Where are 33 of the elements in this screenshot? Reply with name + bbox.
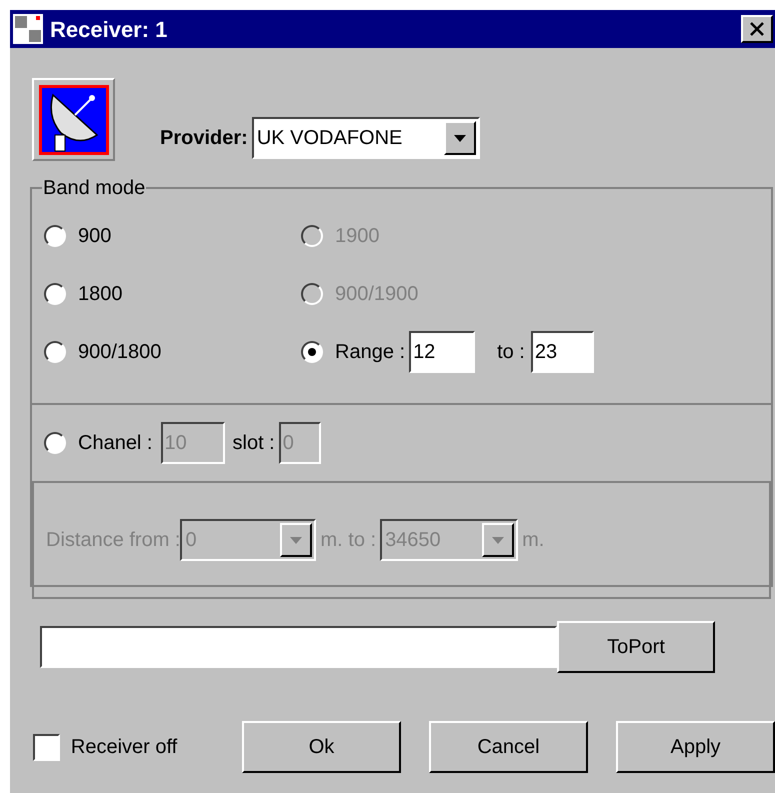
provider-label: Provider: — [160, 126, 248, 151]
unit-label: m. to : — [320, 528, 376, 553]
option-label: 900 — [78, 224, 112, 249]
radio-button[interactable] — [44, 225, 66, 247]
dialog-button[interactable]: Apply — [616, 721, 775, 773]
checkbox-label: Receiver off — [70, 735, 178, 760]
group-legend: Band mode — [42, 173, 146, 203]
channel-label: Chanel : — [78, 431, 152, 456]
radio-button[interactable] — [44, 283, 66, 305]
radio-button[interactable] — [301, 341, 323, 363]
option-label: 1900 — [335, 224, 380, 249]
dialog-button[interactable]: Ok — [242, 721, 401, 773]
port-field[interactable] — [40, 626, 557, 668]
option-label: Range : — [335, 340, 406, 365]
close-icon — [750, 22, 764, 36]
satellite-dish-icon — [38, 84, 108, 154]
slot-label: slot : — [232, 431, 275, 456]
range-to-field[interactable]: 23 — [530, 331, 594, 373]
dialog-button[interactable]: Cancel — [429, 721, 588, 773]
option-label: 1800 — [78, 282, 122, 307]
unit-label: m. — [522, 528, 544, 553]
option-label: 900/1900 — [335, 282, 418, 307]
range-to-label: to : — [497, 340, 525, 365]
dropdown[interactable]: UK VODAFONE — [252, 117, 480, 159]
toport-button[interactable]: ToPort — [557, 621, 715, 673]
checkbox[interactable] — [33, 734, 60, 760]
range-from-field[interactable]: 12 — [409, 331, 476, 373]
option-label: 900/1800 — [78, 340, 162, 365]
distance-label: Distance from : — [46, 528, 180, 553]
app-icon — [12, 13, 44, 45]
window-title: Receiver: 1 — [50, 16, 168, 44]
radio-button[interactable] — [44, 341, 66, 363]
close-button[interactable] — [741, 15, 773, 43]
